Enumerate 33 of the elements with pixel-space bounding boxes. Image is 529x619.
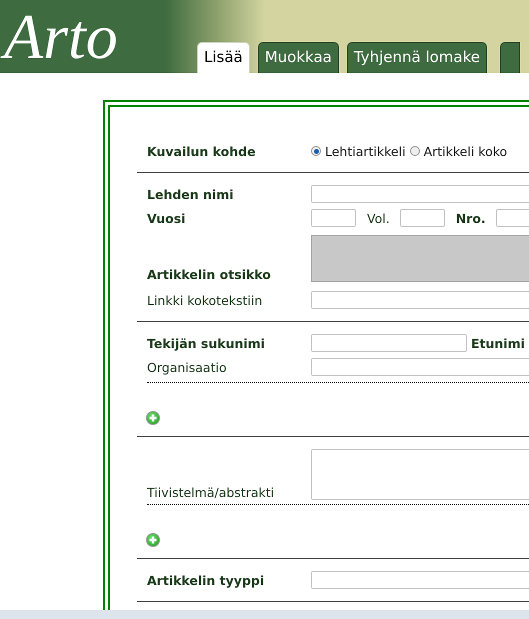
input-field[interactable]	[311, 291, 529, 309]
field-label: Etunimi	[471, 336, 525, 350]
radio-label: Lehtiartikkeli	[325, 144, 406, 158]
field-label: Vol.	[367, 210, 390, 226]
field-label: Organisaatio	[147, 360, 228, 374]
tab[interactable]: Lisää	[197, 42, 250, 73]
input-field[interactable]	[400, 209, 445, 227]
tab[interactable]: Muokkaa	[258, 42, 339, 73]
text-area[interactable]	[311, 449, 529, 500]
field-label: Nro.	[456, 210, 486, 226]
field-label: Tiivistelmä/abstrakti	[147, 485, 276, 500]
tab[interactable]: Tyhjennä lomake	[346, 42, 487, 73]
field-label: Vuosi	[147, 210, 186, 226]
input-field[interactable]	[311, 334, 467, 352]
tab[interactable]	[500, 42, 520, 73]
input-field[interactable]	[311, 358, 529, 376]
input-field[interactable]	[311, 571, 529, 589]
radio-label: Artikkeli koko	[424, 144, 508, 158]
radio-button[interactable]	[410, 146, 420, 156]
field-label: Linkki kokotekstiin	[147, 292, 264, 308]
field-label: Artikkelin otsikko	[147, 267, 272, 282]
field-label: Lehden nimi	[147, 186, 235, 202]
add-button[interactable]	[146, 411, 160, 425]
logo: Arto	[0, 4, 197, 68]
radio-button[interactable]	[311, 146, 321, 156]
input-field[interactable]	[311, 185, 529, 203]
field-label: Kuvailun kohde	[147, 144, 257, 158]
plus-icon	[148, 413, 158, 423]
field-label: Tekijän sukunimi	[147, 336, 266, 350]
field-label: Artikkelin tyyppi	[147, 572, 266, 588]
input-field[interactable]	[311, 209, 356, 227]
plus-icon	[148, 535, 158, 545]
add-button[interactable]	[146, 533, 160, 547]
